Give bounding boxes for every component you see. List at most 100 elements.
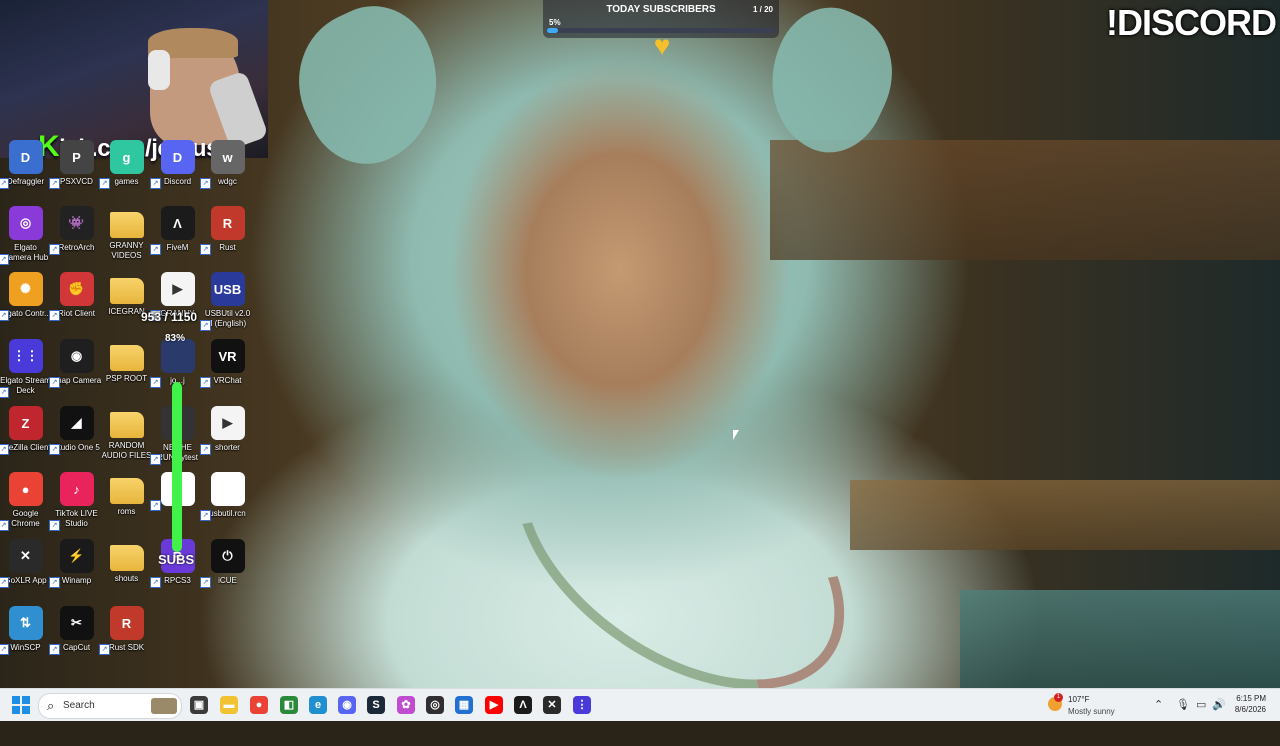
- shortcut-arrow-icon: ↗: [200, 444, 211, 455]
- green-meter-bar: [172, 382, 182, 552]
- shortcut-arrow-icon: ↗: [150, 178, 161, 189]
- shortcut-arrow-icon: ↗: [200, 377, 211, 388]
- desktop-icon[interactable]: USB ↗ USBUtil v2.0 ll (English): [200, 272, 253, 331]
- desktop-icon[interactable]: ✊ ↗ Riot Client: [49, 272, 102, 321]
- folder-icon: [109, 412, 144, 438]
- shortcut-arrow-icon: ↗: [200, 577, 211, 588]
- fps-readout: 953 / 1150: [141, 310, 198, 324]
- app-icon: g: [109, 140, 144, 174]
- goxlr-icon[interactable]: ✕: [543, 696, 561, 714]
- app-icon: Z: [8, 406, 43, 440]
- desktop-icon[interactable]: ✂ ↗ CapCut: [49, 606, 102, 655]
- desktop-icon[interactable]: ✺ ↗ Elgato Contr...: [0, 272, 51, 321]
- desktop-icon[interactable]: ✕ ↗ GoXLR App: [0, 539, 51, 588]
- desktop-icon[interactable]: ⚡ ↗ Winamp: [49, 539, 102, 588]
- wallpaper-console: [960, 590, 1280, 688]
- youtube-icon[interactable]: ▶: [485, 696, 503, 714]
- desktop-icon[interactable]: PSP ROOT: [101, 339, 152, 384]
- desktop-icon-label: RANDOM AUDIO FILES: [101, 441, 152, 460]
- chevron-up-icon[interactable]: ⌃: [1154, 698, 1163, 711]
- steam-icon[interactable]: S: [367, 696, 385, 714]
- desktop-icon[interactable]: ♪ ↗ TikTok LIVE Studio: [49, 472, 102, 531]
- task-view-icon[interactable]: ▣: [190, 696, 208, 714]
- desktop-icon[interactable]: Z ↗ FileZilla Client: [0, 406, 51, 455]
- mouse-cursor-icon: [733, 430, 739, 440]
- desktop-icon[interactable]: VR ↗ VRChat: [200, 339, 253, 388]
- desktop-icon[interactable]: D ↗ Discord: [150, 140, 203, 189]
- app-icon: 👾: [59, 206, 94, 240]
- desktop-icon[interactable]: ⇅ ↗ WinSCP: [0, 606, 51, 655]
- start-button[interactable]: [12, 696, 30, 714]
- folder-icon: [109, 212, 144, 238]
- desktop-icon[interactable]: Λ ↗ FiveM: [150, 206, 203, 255]
- desktop-icon[interactable]: RANDOM AUDIO FILES: [101, 406, 152, 461]
- desktop-icon[interactable]: ◎ ↗ Elgato Camera Hub: [0, 206, 51, 265]
- desktop-icon-label: roms: [117, 507, 136, 516]
- shortcut-arrow-icon: ↗: [0, 387, 9, 398]
- app-green-icon[interactable]: ◧: [280, 696, 298, 714]
- desktop-icon[interactable]: GRANNY VIDEOS: [101, 206, 152, 261]
- desktop-icon[interactable]: g ↗ games: [99, 140, 152, 189]
- microphone-icon[interactable]: 🎙: [1176, 698, 1190, 711]
- app-icon: ✂: [59, 606, 94, 640]
- app-icon: ✺: [8, 272, 43, 306]
- shortcut-arrow-icon: ↗: [0, 444, 9, 455]
- desktop-icon[interactable]: D ↗ Defraggler: [0, 140, 51, 189]
- desktop-icon[interactable]: ↗ jo...j: [150, 339, 203, 388]
- network-icon[interactable]: ▭: [1196, 698, 1206, 711]
- volume-icon[interactable]: 🔊: [1212, 698, 1226, 711]
- taskbar-search-box[interactable]: ⌕ Search: [38, 693, 182, 719]
- search-placeholder: Search: [63, 700, 95, 711]
- store-icon[interactable]: ▦: [455, 696, 473, 714]
- subs-label: SUBS: [158, 552, 195, 567]
- obs-icon[interactable]: ◎: [426, 696, 444, 714]
- wallpaper-shelf-lower: [850, 480, 1280, 550]
- desktop-icon[interactable]: ● ↗ Google Chrome: [0, 472, 51, 531]
- system-clock[interactable]: 6:15 PM 8/6/2026: [1235, 693, 1266, 715]
- desktop-icon[interactable]: roms: [101, 472, 152, 517]
- desktop-icon[interactable]: R ↗ Rust SDK: [99, 606, 152, 655]
- taskbar: ⌕ Search ▣ ▬ ● ◧ e ◉ S ✿ ◎ ▦ ▶ Λ ✕ ⋮ 1 107°F Mostly s…: [0, 688, 1280, 721]
- clock-date: 8/6/2026: [1234, 705, 1266, 714]
- desktop-icon[interactable]: P ↗ PSXVCD: [49, 140, 102, 189]
- shortcut-arrow-icon: ↗: [49, 377, 60, 388]
- desktop-icon[interactable]: 👾 ↗ RetroArch: [49, 206, 102, 255]
- app-icon: ⏻: [210, 539, 245, 573]
- goal-percent: 5%: [549, 18, 561, 27]
- shortcut-arrow-icon: ↗: [49, 444, 60, 455]
- shortcut-arrow-icon: ↗: [49, 644, 60, 655]
- desktop-icon[interactable]: ◉ ↗ Snap Camera: [49, 339, 102, 388]
- desktop-icon-label: PSP ROOT: [105, 374, 148, 383]
- app-icon: P: [59, 140, 94, 174]
- headset: [148, 50, 170, 90]
- discord-icon[interactable]: ◉: [338, 696, 356, 714]
- shortcut-arrow-icon: ↗: [200, 244, 211, 255]
- app-icon: [210, 472, 245, 506]
- goal-title: TODAY SUBSCRIBERS: [606, 4, 716, 15]
- desktop-icon[interactable]: ⋮⋮ ↗ Elgato Stream Deck: [0, 339, 51, 398]
- desktop-icon[interactable]: R ↗ Rust: [200, 206, 253, 255]
- clock-time: 6:15 PM: [1236, 694, 1266, 703]
- app-icon: ⚡: [59, 539, 94, 573]
- edge-icon[interactable]: e: [309, 696, 327, 714]
- desktop-icon[interactable]: w ↗ wdgc: [200, 140, 253, 189]
- search-highlight-image: [151, 698, 177, 714]
- desktop-icon[interactable]: ▶ ↗ shorter: [200, 406, 253, 455]
- desktop-icon[interactable]: ⏻ ↗ iCUE: [200, 539, 253, 588]
- app-icon: ◉: [59, 339, 94, 373]
- file-explorer-icon[interactable]: ▬: [220, 696, 238, 714]
- shortcut-arrow-icon: ↗: [0, 644, 9, 655]
- desktop-icon[interactable]: ◢ ↗ Studio One 5: [49, 406, 102, 455]
- folder-icon: [109, 545, 144, 571]
- app-colorful-icon[interactable]: ✿: [397, 696, 415, 714]
- desktop-icon[interactable]: shouts: [101, 539, 152, 584]
- windows-logo-icon: [22, 696, 30, 704]
- stream-deck-icon[interactable]: ⋮: [573, 696, 591, 714]
- shortcut-arrow-icon: ↗: [0, 310, 9, 321]
- chrome-icon[interactable]: ●: [250, 696, 268, 714]
- heart-icon: ♥: [653, 30, 671, 61]
- fivem-icon[interactable]: Λ: [514, 696, 532, 714]
- windows-logo-icon: [22, 706, 30, 714]
- weather-temperature: 107°F: [1068, 695, 1090, 704]
- desktop-icon[interactable]: ↗ usbutil.rcn: [200, 472, 253, 521]
